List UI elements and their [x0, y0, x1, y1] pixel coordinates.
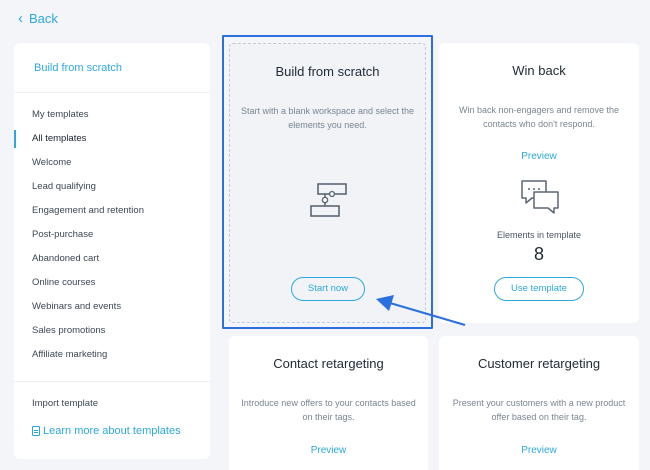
- sidebar-divider: [14, 92, 210, 93]
- learn-more-link[interactable]: Learn more about templates: [32, 425, 181, 437]
- book-icon: [32, 426, 40, 436]
- sidebar-build-from-scratch-link[interactable]: Build from scratch: [34, 62, 122, 74]
- sidebar-item-all-templates[interactable]: All templates: [14, 127, 210, 151]
- sidebar-item-online-courses[interactable]: Online courses: [14, 271, 210, 295]
- back-link[interactable]: ‹ Back: [18, 11, 58, 26]
- import-template-link[interactable]: Import template: [32, 398, 98, 409]
- card-description: Present your customers with a new produc…: [452, 398, 626, 422]
- sidebar-item-engagement-retention[interactable]: Engagement and retention: [14, 199, 210, 223]
- sidebar-item-lead-qualifying[interactable]: Lead qualifying: [14, 175, 210, 199]
- preview-link[interactable]: Preview: [439, 151, 639, 162]
- sidebar-item-post-purchase[interactable]: Post-purchase: [14, 223, 210, 247]
- sidebar-item-webinars-events[interactable]: Webinars and events: [14, 295, 210, 319]
- card-description: Win back non-engagers and remove the con…: [458, 105, 620, 129]
- chevron-left-icon: ‹: [18, 10, 23, 27]
- template-card-contact-retargeting[interactable]: Contact retargeting Introduce new offers…: [229, 336, 428, 470]
- back-label: Back: [29, 11, 58, 26]
- learn-more-label: Learn more about templates: [43, 425, 181, 437]
- use-template-button[interactable]: Use template: [494, 277, 584, 301]
- card-title: Win back: [512, 63, 566, 78]
- sidebar-item-abandoned-cart[interactable]: Abandoned cart: [14, 247, 210, 271]
- sidebar-nav: My templates All templates Welcome Lead …: [14, 103, 210, 367]
- template-card-win-back[interactable]: Win back Win back non-engagers and remov…: [439, 43, 639, 323]
- sidebar: Build from scratch My templates All temp…: [14, 43, 210, 459]
- preview-link[interactable]: Preview: [229, 445, 428, 456]
- highlight-frame: [222, 35, 433, 329]
- template-card-customer-retargeting[interactable]: Customer retargeting Present your custom…: [439, 336, 639, 470]
- card-title: Customer retargeting: [477, 356, 601, 371]
- card-description: Introduce new offers to your contacts ba…: [241, 398, 416, 422]
- sidebar-divider: [14, 381, 210, 382]
- preview-link[interactable]: Preview: [439, 445, 639, 456]
- sidebar-item-welcome[interactable]: Welcome: [14, 151, 210, 175]
- sidebar-item-affiliate-marketing[interactable]: Affiliate marketing: [14, 343, 210, 367]
- sidebar-item-sales-promotions[interactable]: Sales promotions: [14, 319, 210, 343]
- card-title: Contact retargeting: [273, 356, 384, 371]
- chat-bubbles-icon: [521, 180, 559, 214]
- sidebar-item-my-templates[interactable]: My templates: [14, 103, 210, 127]
- elements-count: 8: [533, 244, 544, 264]
- elements-label: Elements in template: [496, 230, 582, 240]
